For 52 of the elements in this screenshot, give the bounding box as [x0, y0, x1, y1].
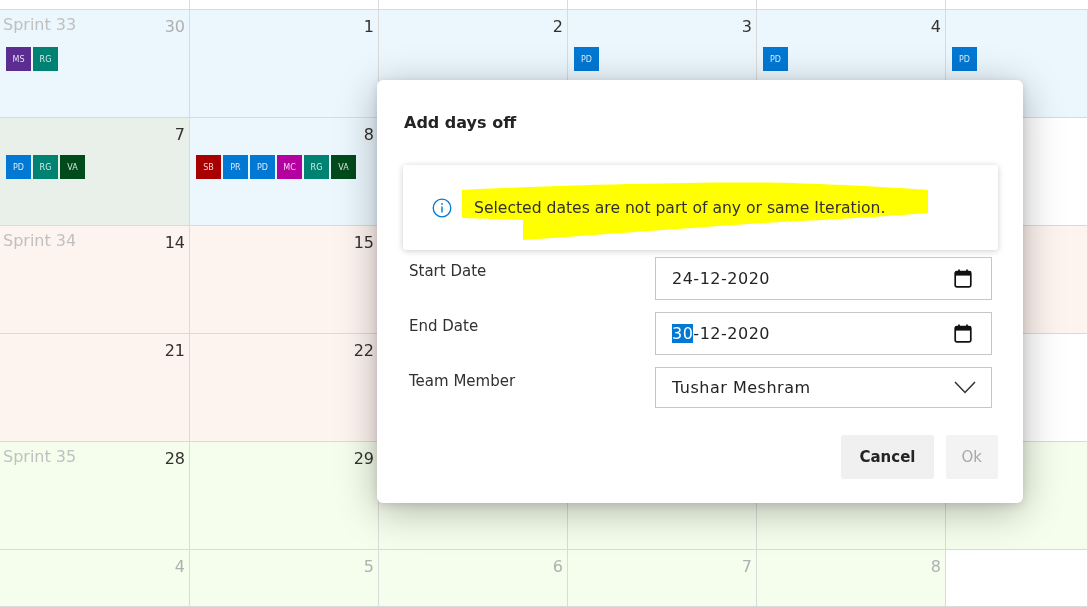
info-icon	[432, 197, 452, 218]
day-number: 15	[353, 233, 374, 253]
initials-badge: PD	[6, 155, 31, 179]
initials-badge: MC	[277, 155, 302, 179]
day-number: 7	[174, 125, 185, 145]
day-number: 4	[174, 557, 185, 577]
date-text: -12-2020	[693, 324, 770, 343]
cancel-button[interactable]: Cancel	[841, 435, 934, 479]
initials-badge: MS	[6, 47, 31, 71]
day-number: 29	[353, 449, 374, 469]
sprint-label: Sprint 34	[3, 232, 77, 250]
date-text: 24	[672, 269, 694, 288]
dialog-title: Add days off	[404, 113, 517, 133]
date-field[interactable]: 30-12-2020	[655, 312, 992, 355]
message-text: Selected dates are not part of any or same Iteration.	[474, 197, 886, 218]
day-number: 3	[741, 17, 752, 37]
initials-badge: PD	[763, 47, 788, 71]
initials-badge: VA	[331, 155, 356, 179]
day-number: 14	[164, 233, 185, 253]
day-number: 6	[552, 557, 563, 577]
initials-badge: RG	[33, 47, 58, 71]
day-number: 8	[363, 125, 374, 145]
day-number: 5	[363, 557, 374, 577]
day-number: 4	[930, 17, 941, 37]
team-member-select[interactable]: Tushar Meshram	[655, 367, 992, 408]
field-label: Team Member	[409, 371, 516, 391]
day-number: 2	[552, 17, 563, 37]
date-field[interactable]: 24-12-2020	[655, 257, 992, 300]
day-number: 8	[930, 557, 941, 577]
initials-badge: SB	[196, 155, 221, 179]
initials-badge: PR	[223, 155, 248, 179]
day-number: 22	[353, 341, 374, 361]
initials-badge: RG	[304, 155, 329, 179]
day-number: 21	[164, 341, 185, 361]
field-label: Start Date	[409, 261, 487, 281]
date-text: 30	[672, 324, 694, 343]
sprint-label: Sprint 33	[3, 16, 77, 34]
initials-badge: VA	[60, 155, 85, 179]
day-number: 7	[741, 557, 752, 577]
initials-badge: PD	[250, 155, 275, 179]
day-number: 30	[164, 17, 185, 37]
day-number: 1	[363, 17, 374, 37]
date-text: -12-2020	[693, 269, 770, 288]
calendar-icon[interactable]	[954, 269, 972, 288]
calendar-icon[interactable]	[954, 324, 972, 343]
initials-badge: RG	[33, 155, 58, 179]
initials-badge: PD	[574, 47, 599, 71]
day-number: 28	[164, 449, 185, 469]
chevron-down-icon	[954, 381, 976, 394]
sprint-label: Sprint 35	[3, 448, 77, 466]
field-label: End Date	[409, 316, 479, 336]
initials-badge: PD	[952, 47, 977, 71]
